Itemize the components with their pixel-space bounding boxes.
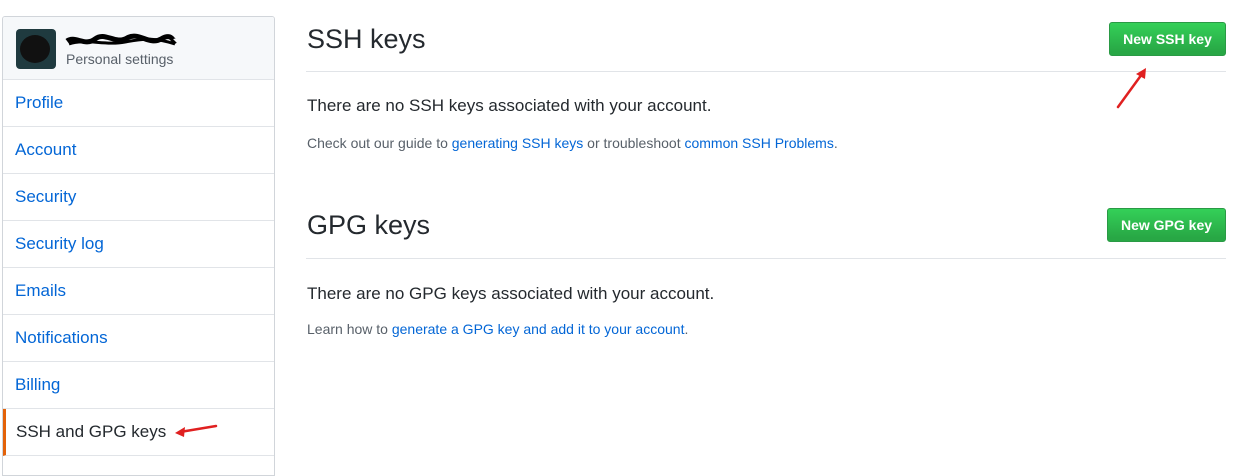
sidebar-item-security-log[interactable]: Security log <box>3 221 274 268</box>
sidebar-subtitle: Personal settings <box>66 51 174 67</box>
gpg-help-prefix: Learn how to <box>307 321 392 337</box>
ssh-help-suffix: . <box>833 135 838 151</box>
sidebar-item-security[interactable]: Security <box>3 174 274 221</box>
gpg-divider <box>306 258 1226 259</box>
sidebar-item-profile[interactable]: Profile <box>3 80 274 127</box>
gpg-empty-message: There are no GPG keys associated with yo… <box>307 284 715 303</box>
sidebar-item-notifications[interactable]: Notifications <box>3 315 274 362</box>
username-redaction <box>65 33 177 46</box>
settings-sidebar: Personal settings Profile Account Securi… <box>2 16 275 476</box>
new-ssh-key-button[interactable]: New SSH key <box>1109 22 1226 56</box>
avatar-redaction <box>20 35 50 63</box>
red-arrow-icon <box>175 424 218 437</box>
generating-ssh-keys-link[interactable]: generating SSH keys <box>452 135 584 151</box>
gpg-help-text: Learn how to generate a GPG key and add … <box>307 321 688 337</box>
gpg-keys-title: GPG keys <box>307 210 431 240</box>
common-ssh-problems-link[interactable]: common SSH Problems <box>684 135 833 151</box>
avatar[interactable] <box>16 29 56 69</box>
ssh-keys-title: SSH keys <box>307 24 426 54</box>
sidebar-header: Personal settings <box>3 17 274 80</box>
gpg-help-suffix: . <box>684 321 689 337</box>
sidebar-item-emails[interactable]: Emails <box>3 268 274 315</box>
sidebar-item-ssh-gpg-keys[interactable]: SSH and GPG keys <box>3 409 274 456</box>
ssh-help-text: Check out our guide to generating SSH ke… <box>307 135 838 151</box>
ssh-empty-message: There are no SSH keys associated with yo… <box>307 96 712 115</box>
sidebar-item-billing[interactable]: Billing <box>3 362 274 409</box>
ssh-divider <box>306 71 1226 72</box>
new-gpg-key-button[interactable]: New GPG key <box>1107 208 1226 242</box>
red-arrow-icon <box>1116 68 1146 109</box>
generate-gpg-key-link[interactable]: generate a GPG key and add it to your ac… <box>392 321 685 337</box>
ssh-help-mid: or troubleshoot <box>583 135 685 151</box>
ssh-help-prefix: Check out our guide to <box>307 135 452 151</box>
sidebar-item-account[interactable]: Account <box>3 127 274 174</box>
